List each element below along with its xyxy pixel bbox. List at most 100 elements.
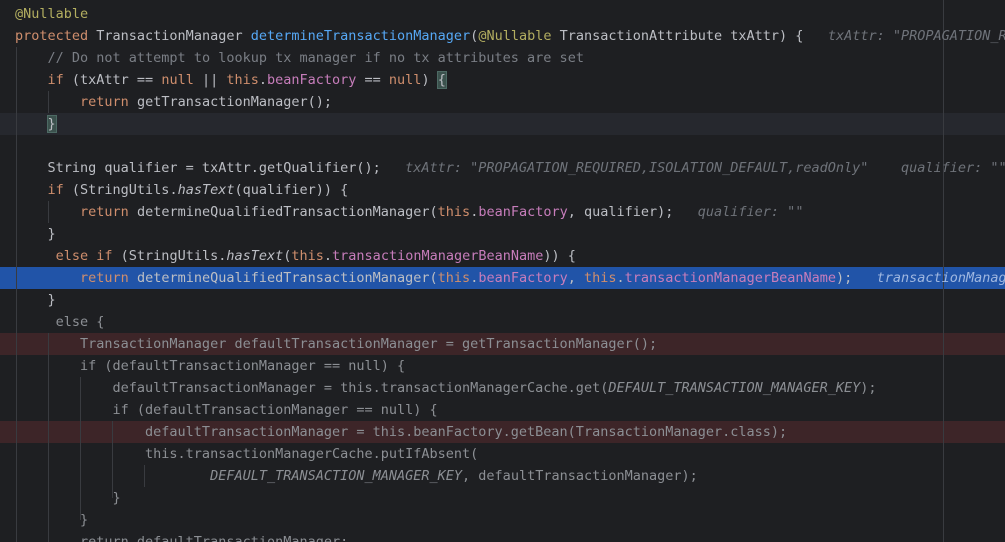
code-line-content: } xyxy=(15,223,56,245)
code-text: (StringUtils. xyxy=(120,248,227,264)
code-editor[interactable]: @Nullable protected TransactionManager de… xyxy=(0,0,1005,542)
code-line[interactable]: defaultTransactionManager = this.transac… xyxy=(0,377,1005,399)
code-line[interactable]: } xyxy=(0,509,1005,531)
code-line-content: if (defaultTransactionManager == null) { xyxy=(15,399,438,421)
keyword-token: this xyxy=(584,270,617,286)
code-line[interactable]: TransactionManager defaultTransactionMan… xyxy=(0,333,1005,355)
keyword-token: if xyxy=(47,72,72,88)
code-line[interactable]: DEFAULT_TRANSACTION_MANAGER_KEY, default… xyxy=(0,465,1005,487)
code-text: , qualifier); xyxy=(567,204,698,220)
unreachable-code: this.transactionManagerCache.putIfAbsent… xyxy=(15,446,479,462)
code-text: determineQualifiedTransactionManager( xyxy=(136,270,438,286)
code-line[interactable]: else { xyxy=(0,311,1005,333)
code-line-content: } xyxy=(15,113,57,135)
code-line[interactable]: String qualifier = txAttr.getQualifier()… xyxy=(0,157,1005,179)
keyword-token: this xyxy=(437,204,471,220)
matched-brace: { xyxy=(436,71,447,89)
unreachable-code: defaultTransactionManager = this.beanFac… xyxy=(15,424,788,440)
code-text: determineQualifiedTransactionManager( xyxy=(136,204,438,220)
keyword-token: this xyxy=(291,248,324,264)
unreachable-code: if (defaultTransactionManager == null) { xyxy=(15,358,406,374)
code-text: . xyxy=(323,248,333,264)
field-token: transactionManagerBeanName xyxy=(332,248,544,264)
code-text: getTransactionManager(); xyxy=(136,94,333,110)
inline-debug-value: qualifier: "" xyxy=(697,204,804,220)
code-line[interactable]: if (defaultTransactionManager == null) { xyxy=(0,355,1005,377)
unreachable-code: ); xyxy=(860,380,877,396)
code-text: (txAttr == xyxy=(71,72,162,88)
keyword-token: null xyxy=(161,72,202,88)
code-text: (qualifier)) { xyxy=(234,182,349,198)
code-line[interactable]: if (defaultTransactionManager == null) { xyxy=(0,399,1005,421)
code-line-content: defaultTransactionManager = this.transac… xyxy=(15,377,877,399)
code-line[interactable] xyxy=(0,135,1005,157)
code-text: ) xyxy=(421,72,438,88)
code-text: , xyxy=(567,270,584,286)
code-line-content: return determineQualifiedTransactionMana… xyxy=(15,201,803,223)
code-text: } xyxy=(15,292,56,308)
field-token: beanFactory xyxy=(478,204,568,220)
code-line[interactable]: } xyxy=(0,289,1005,311)
code-line[interactable]: } xyxy=(0,487,1005,509)
code-line-content: if (defaultTransactionManager == null) { xyxy=(15,355,405,377)
inline-debug-value: qualifier: "" xyxy=(900,160,1005,176)
code-line[interactable]: if (StringUtils.hasText(qualifier)) { xyxy=(0,179,1005,201)
code-line-content: if (txAttr == null || this.beanFactory =… xyxy=(15,69,447,91)
code-line-content: DEFAULT_TRANSACTION_MANAGER_KEY, default… xyxy=(15,465,698,487)
code-line-content: else { xyxy=(15,311,105,333)
keyword-token: return xyxy=(80,270,137,286)
code-text: == xyxy=(356,72,389,88)
unreachable-code: TransactionManager defaultTransactionMan… xyxy=(15,336,658,352)
code-line[interactable]: } xyxy=(0,113,1005,135)
code-line[interactable]: this.transactionManagerCache.putIfAbsent… xyxy=(0,443,1005,465)
unreachable-code: } xyxy=(15,512,89,528)
static-method-token: hasText xyxy=(177,182,235,198)
keyword-token: this xyxy=(437,270,471,286)
code-line-content: if (StringUtils.hasText(qualifier)) { xyxy=(15,179,349,201)
code-line[interactable]: return defaultTransactionManager; xyxy=(0,531,1005,542)
code-comment: // Do not attempt to lookup tx manager i… xyxy=(47,50,584,66)
code-text: . xyxy=(616,270,625,286)
code-line[interactable]: protected TransactionManager determineTr… xyxy=(0,25,1005,47)
code-line[interactable]: else if (StringUtils.hasText(this.transa… xyxy=(0,245,1005,267)
code-text: (StringUtils. xyxy=(71,182,178,198)
code-line[interactable]: @Nullable xyxy=(0,3,1005,25)
code-line[interactable]: return determineQualifiedTransactionMana… xyxy=(0,267,1005,289)
code-line[interactable]: if (txAttr == null || this.beanFactory =… xyxy=(0,69,1005,91)
annotation-token: @Nullable xyxy=(478,28,560,44)
keyword-token: this xyxy=(226,72,259,88)
code-line-content: return determineQualifiedTransactionMana… xyxy=(15,267,1005,289)
inline-debug-value: transactionManagerBeanName: null xyxy=(876,270,1005,286)
code-line[interactable]: // Do not attempt to lookup tx manager i… xyxy=(0,47,1005,69)
unreachable-code: else { xyxy=(15,314,105,330)
code-text: || xyxy=(201,72,227,88)
code-text: )) { xyxy=(543,248,576,264)
inline-debug-value: txAttr: "PROPAGATION_REQUIRED,ISOLATION_… xyxy=(827,28,1005,44)
unreachable-code: if (defaultTransactionManager == null) { xyxy=(15,402,438,418)
code-line-content: return getTransactionManager(); xyxy=(15,91,332,113)
code-line[interactable]: } xyxy=(0,223,1005,245)
code-line[interactable]: defaultTransactionManager = this.beanFac… xyxy=(0,421,1005,443)
code-line[interactable]: return getTransactionManager(); xyxy=(0,91,1005,113)
code-text: String qualifier = txAttr.getQualifier()… xyxy=(15,160,406,176)
code-line-content: @Nullable xyxy=(15,3,88,25)
keyword-token: null xyxy=(388,72,422,88)
code-line-content: else if (StringUtils.hasText(this.transa… xyxy=(15,245,576,267)
static-method-token: hasText xyxy=(226,248,284,264)
keyword-token: protected xyxy=(15,28,97,44)
keyword-token: return xyxy=(80,94,137,110)
code-line-content: return defaultTransactionManager; xyxy=(15,531,348,542)
code-text: . xyxy=(258,72,267,88)
unreachable-code xyxy=(15,468,210,484)
constant-token: DEFAULT_TRANSACTION_MANAGER_KEY xyxy=(608,380,861,396)
code-line[interactable]: return determineQualifiedTransactionMana… xyxy=(0,201,1005,223)
code-line-content: TransactionManager defaultTransactionMan… xyxy=(15,333,657,355)
code-text: TransactionAttribute txAttr) { xyxy=(559,28,828,44)
unreachable-code: return defaultTransactionManager; xyxy=(15,534,349,542)
